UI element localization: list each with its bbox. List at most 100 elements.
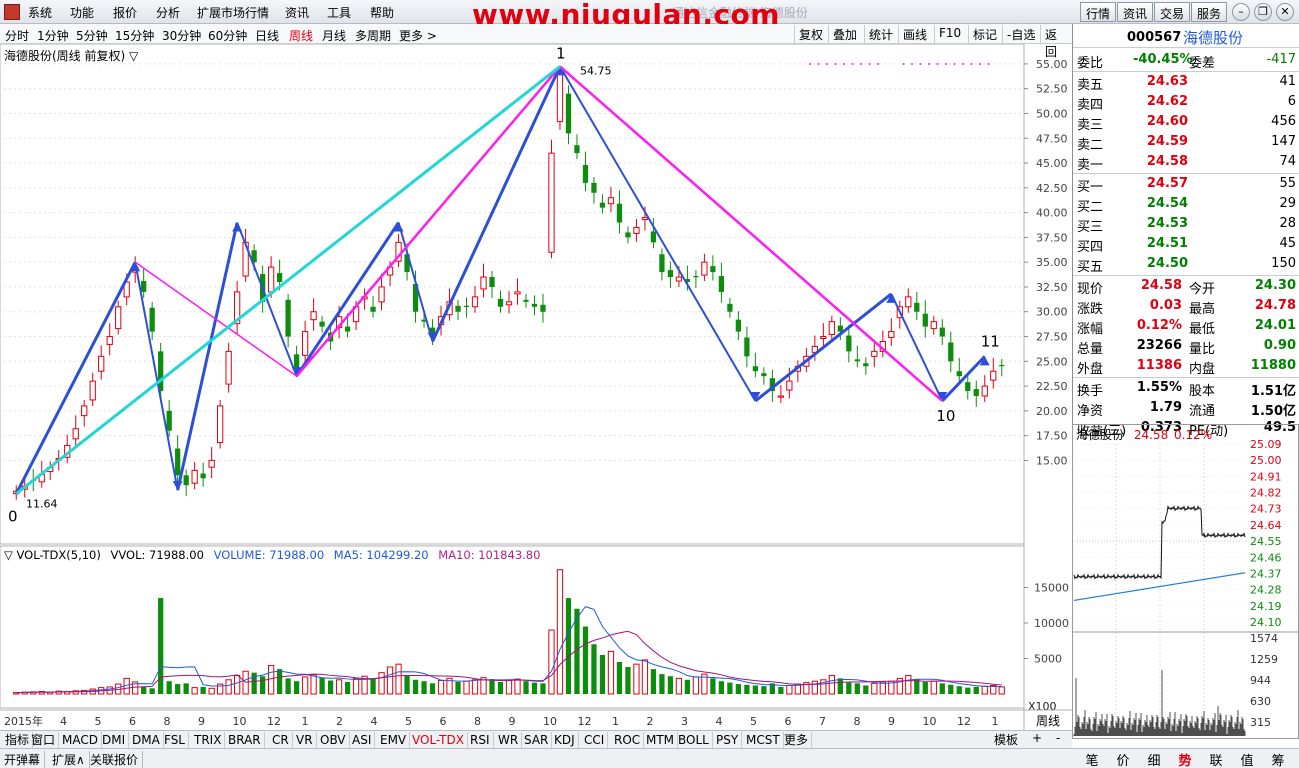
indicator-tab-window[interactable]: 窗口 <box>28 732 60 748</box>
tool-remove-watchlist[interactable]: -自选 <box>1002 25 1039 43</box>
buy-level-3[interactable]: 买三 24.53 28 <box>1073 214 1299 235</box>
volume-bar-up <box>641 659 649 695</box>
period-30min[interactable]: 30分钟 <box>162 27 201 44</box>
zoom-out-button[interactable]: - <box>1056 731 1060 745</box>
period-5min[interactable]: 5分钟 <box>76 27 108 44</box>
sell-level-1[interactable]: 卖一 24.58 74 <box>1073 152 1299 173</box>
period-minute[interactable]: 分时 <box>5 27 29 44</box>
indicator-tab-cci[interactable]: CCI <box>581 732 609 748</box>
tab-related[interactable]: 联 <box>1202 750 1230 768</box>
volume-indicator-name[interactable]: ▽ VOL-TDX(5,10) <box>4 548 101 562</box>
intraday-volume-tick: 1574 <box>1250 632 1278 645</box>
tool-mark[interactable]: 标记 <box>968 25 1001 43</box>
sell-level-2[interactable]: 卖二 24.59 147 <box>1073 132 1299 153</box>
indicator-tab-asi[interactable]: ASI <box>349 732 376 748</box>
indicator-tab-mcst[interactable]: MCST <box>743 732 784 748</box>
buy-level-4[interactable]: 买四 24.51 45 <box>1073 234 1299 255</box>
buy-level-5[interactable]: 买五 24.50 150 <box>1073 254 1299 275</box>
tab-ticks[interactable]: 笔 <box>1078 750 1106 768</box>
template-button[interactable]: 模板 <box>994 731 1018 748</box>
indicator-tab-fsl[interactable]: FSL <box>161 732 189 748</box>
indicator-tab-macd[interactable]: MACD <box>59 732 102 748</box>
right-panel-tabs: 笔价细势联值筹 <box>1072 748 1299 768</box>
kline-chart[interactable]: 15.00 17.50 20.00 22.50 25.00 27.50 30.00 32.50… <box>0 44 1072 730</box>
period-multi[interactable]: 多周期 <box>355 27 391 44</box>
indicator-tab-vr[interactable]: VR <box>293 732 317 748</box>
candle-down <box>175 448 181 476</box>
sell-level-4[interactable]: 卖四 24.62 6 <box>1073 92 1299 113</box>
top-news-button[interactable]: 资讯 <box>1117 2 1154 22</box>
indicator-tab-psy[interactable]: PSY <box>713 732 743 748</box>
sell-level-2-label: 卖二 <box>1077 138 1104 153</box>
minimize-icon[interactable]: – <box>1232 3 1250 21</box>
indicator-tab-roc[interactable]: ROC <box>611 732 645 748</box>
tool-restore-rights[interactable]: 复权 <box>794 25 827 43</box>
top-trade-button[interactable]: 交易 <box>1154 2 1191 22</box>
menu-function[interactable]: 功能 <box>70 4 94 21</box>
tab-chips[interactable]: 筹 <box>1264 750 1292 768</box>
close-icon[interactable]: ✕ <box>1276 3 1294 21</box>
candle-down <box>166 410 172 431</box>
sell-level-3[interactable]: 卖三 24.60 456 <box>1073 112 1299 133</box>
sell-level-5[interactable]: 卖五 24.63 41 <box>1073 72 1299 93</box>
app-logo-icon[interactable] <box>4 4 20 20</box>
stat-row: 现价 24.58 今开 24.30 <box>1073 276 1299 297</box>
candle-down <box>973 389 979 396</box>
indicator-tab-obv[interactable]: OBV <box>317 732 350 748</box>
period-more[interactable]: 更多 > <box>399 27 437 44</box>
related-quote-button[interactable]: 关联报价 <box>86 751 144 768</box>
tool-overlay[interactable]: 叠加 <box>828 25 861 43</box>
indicator-tab-trix[interactable]: TRIX <box>191 732 226 748</box>
menu-analysis[interactable]: 分析 <box>156 4 180 21</box>
indicator-tab-sar[interactable]: SAR <box>521 732 553 748</box>
buy-level-4-value: 24.51 <box>1146 236 1188 251</box>
top-quote-button[interactable]: 行情 <box>1080 2 1117 22</box>
tab-detail[interactable]: 细 <box>1140 750 1168 768</box>
volume-bar-up <box>335 679 343 695</box>
tool-statistics[interactable]: 统计 <box>864 25 897 43</box>
candle-up <box>905 296 912 308</box>
intraday-chart[interactable]: 25.09 25.00 24.91 24.82 24.73 24.64 24.55 24.46… <box>1072 424 1299 740</box>
period-1min[interactable]: 1分钟 <box>37 27 69 44</box>
volume-bar-up <box>905 675 912 695</box>
top-service-button[interactable]: 服务 <box>1191 2 1228 22</box>
menu-extended-market[interactable]: 扩展市场行情 <box>197 4 269 21</box>
menu-help[interactable]: 帮助 <box>370 4 394 21</box>
tool-drawing[interactable]: 画线 <box>898 25 931 43</box>
tool-f10[interactable]: F10 <box>934 25 965 43</box>
menu-system[interactable]: 系统 <box>28 4 52 21</box>
indicator-tab-mtm[interactable]: MTM <box>643 732 679 748</box>
indicator-tab-brar[interactable]: BRAR <box>225 732 265 748</box>
period-15min[interactable]: 15分钟 <box>115 27 154 44</box>
sell-level-4-volume: 6 <box>1287 94 1296 109</box>
period-weekly[interactable]: 周线 <box>289 27 313 44</box>
buy-level-2[interactable]: 买二 24.54 29 <box>1073 194 1299 215</box>
extend-toggle[interactable]: 扩展∧ <box>48 751 90 768</box>
indicator-tab-rsi[interactable]: RSI <box>467 732 494 748</box>
indicator-tab-wr[interactable]: WR <box>495 732 523 748</box>
indicator-tab-dmi[interactable]: DMI <box>99 732 130 748</box>
period-60min[interactable]: 60分钟 <box>208 27 247 44</box>
indicator-tab-kdj[interactable]: KDJ <box>551 732 579 748</box>
tab-trend[interactable]: 势 <box>1171 750 1199 768</box>
stock-name[interactable]: 海德股份 <box>1183 27 1243 48</box>
period-monthly[interactable]: 月线 <box>322 27 346 44</box>
indicator-tab-more[interactable]: 更多 <box>781 732 813 748</box>
zoom-in-button[interactable]: + <box>1032 731 1042 745</box>
tool-back[interactable]: 返回 <box>1040 25 1072 59</box>
indicator-tab-cr[interactable]: CR <box>269 732 293 748</box>
menu-news[interactable]: 资讯 <box>285 4 309 21</box>
tab-price[interactable]: 价 <box>1109 750 1137 768</box>
indicator-tab-emv[interactable]: EMV <box>377 732 411 748</box>
tab-value[interactable]: 值 <box>1233 750 1261 768</box>
menu-tools[interactable]: 工具 <box>327 4 351 21</box>
menu-quote[interactable]: 报价 <box>113 4 137 21</box>
indicator-tab-dma[interactable]: DMA <box>129 732 164 748</box>
indicator-tab-boll[interactable]: BOLL <box>675 732 713 748</box>
stat-value: 11880 <box>1250 358 1296 373</box>
period-daily[interactable]: 日线 <box>255 27 279 44</box>
restore-icon[interactable]: ❐ <box>1254 3 1272 21</box>
buy-level-1[interactable]: 买一 24.57 55 <box>1073 174 1299 195</box>
danmaku-toggle[interactable]: 开弹幕 <box>0 751 46 768</box>
indicator-tab-voltdx[interactable]: VOL-TDX <box>409 732 468 748</box>
